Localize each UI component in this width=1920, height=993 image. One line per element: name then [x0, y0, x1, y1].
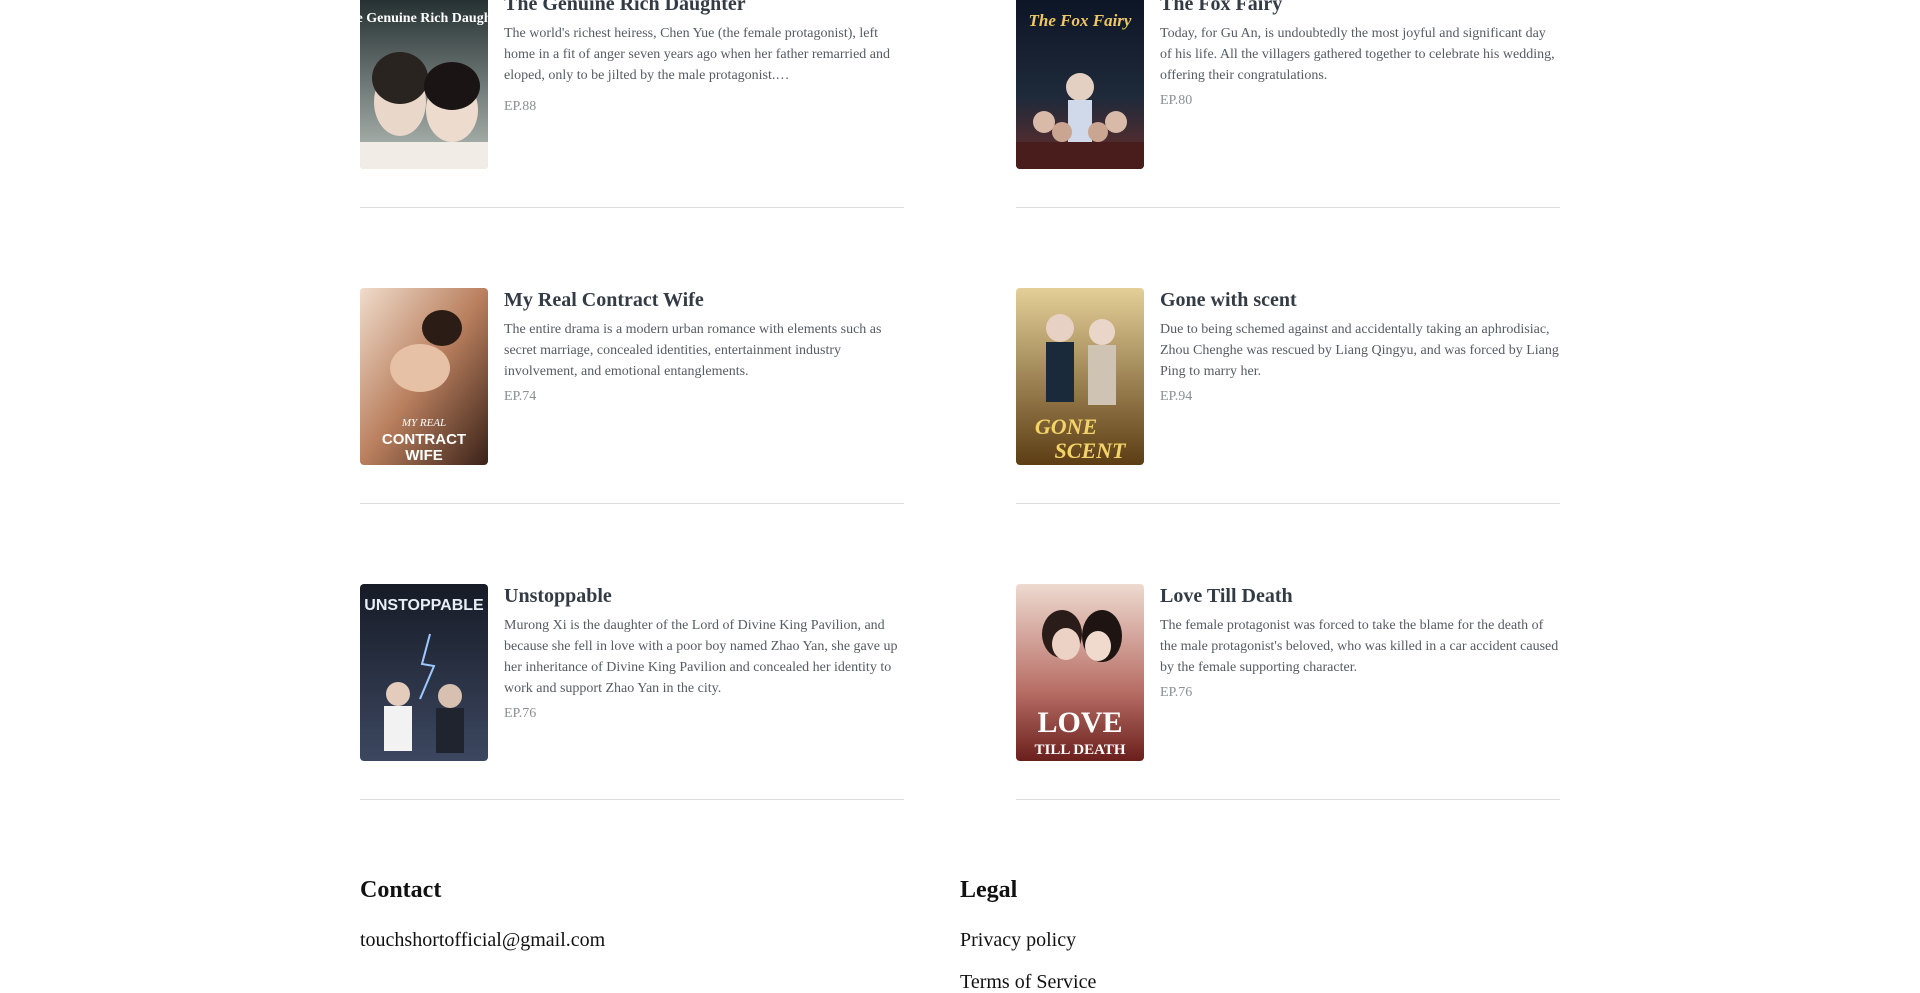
- drama-title[interactable]: The Genuine Rich Daughter: [504, 0, 904, 16]
- episode-count: EP.94: [1160, 389, 1193, 404]
- terms-of-service-link[interactable]: Terms of Service: [960, 970, 1096, 993]
- drama-description: The entire drama is a modern urban roman…: [504, 322, 882, 379]
- page: The Genuine Rich Daughter The Genuine Ri…: [0, 0, 1920, 993]
- poster-image[interactable]: LOVE TILL DEATH: [1016, 584, 1144, 761]
- drama-description: Today, for Gu An, is undoubtedly the mos…: [1160, 26, 1555, 83]
- drama-card[interactable]: GONE SCENT Gone with scent Due to being …: [1016, 208, 1560, 504]
- contact-email-link[interactable]: touchshortofficial@gmail.com: [360, 928, 605, 952]
- drama-description: The world's richest heiress, Chen Yue (t…: [504, 26, 890, 83]
- svg-text:CONTRACT: CONTRACT: [382, 431, 466, 448]
- episode-count: EP.76: [1160, 685, 1193, 700]
- drama-title[interactable]: My Real Contract Wife: [504, 288, 904, 312]
- drama-info: Gone with scent Due to being schemed aga…: [1160, 288, 1560, 406]
- drama-title[interactable]: Unstoppable: [504, 584, 904, 608]
- episode-count: EP.88: [504, 99, 537, 114]
- episode-count: EP.76: [504, 706, 537, 721]
- poster-title-text: The Fox Fairy: [1029, 11, 1132, 30]
- drama-description: The female protagonist was forced to tak…: [1160, 618, 1559, 675]
- drama-title[interactable]: The Fox Fairy: [1160, 0, 1560, 16]
- legal-heading: Legal: [960, 877, 1018, 903]
- privacy-policy-link[interactable]: Privacy policy: [960, 928, 1096, 952]
- drama-card[interactable]: The Fox Fairy The Fox Fairy Today, for G…: [1016, 0, 1560, 208]
- drama-description: Due to being schemed against and acciden…: [1160, 322, 1559, 379]
- drama-info: My Real Contract Wife The entire drama i…: [504, 288, 904, 406]
- episode-count: EP.74: [504, 389, 537, 404]
- drama-info: Love Till Death The female protagonist w…: [1160, 584, 1560, 702]
- drama-card[interactable]: UNSTOPPABLE Unstoppable Murong Xi is the…: [360, 504, 904, 800]
- footer-legal: Legal Privacy policy Terms of Service: [960, 876, 1096, 993]
- drama-description: Murong Xi is the daughter of the Lord of…: [504, 618, 898, 696]
- contact-heading: Contact: [360, 877, 442, 903]
- poster-image[interactable]: UNSTOPPABLE: [360, 584, 488, 761]
- poster-title-text: UNSTOPPABLE: [364, 597, 484, 614]
- poster-image[interactable]: The Genuine Rich Daughter: [360, 0, 488, 169]
- episode-count: EP.80: [1160, 93, 1193, 108]
- footer-contact: Contact touchshortofficial@gmail.com: [360, 876, 605, 952]
- drama-card[interactable]: LOVE TILL DEATH Love Till Death The fema…: [1016, 504, 1560, 800]
- drama-title[interactable]: Gone with scent: [1160, 288, 1560, 312]
- poster-title-text: The Genuine Rich Daughter: [360, 11, 488, 26]
- drama-info: The Fox Fairy Today, for Gu An, is undou…: [1160, 0, 1560, 110]
- svg-text:SCENT: SCENT: [1055, 438, 1127, 463]
- drama-title[interactable]: Love Till Death: [1160, 584, 1560, 608]
- drama-card[interactable]: MY REAL CONTRACT WIFE My Real Contract W…: [360, 208, 904, 504]
- svg-text:WIFE: WIFE: [405, 447, 443, 464]
- drama-info: The Genuine Rich Daughter The world's ri…: [504, 0, 904, 116]
- poster-image[interactable]: GONE SCENT: [1016, 288, 1144, 465]
- poster-image[interactable]: MY REAL CONTRACT WIFE: [360, 288, 488, 465]
- svg-text:GONE: GONE: [1035, 414, 1097, 439]
- drama-card[interactable]: The Genuine Rich Daughter The Genuine Ri…: [360, 0, 904, 208]
- svg-text:MY REAL: MY REAL: [401, 417, 446, 429]
- drama-info: Unstoppable Murong Xi is the daughter of…: [504, 584, 904, 723]
- svg-text:TILL DEATH: TILL DEATH: [1034, 742, 1125, 758]
- svg-text:LOVE: LOVE: [1037, 706, 1122, 739]
- poster-image[interactable]: The Fox Fairy: [1016, 0, 1144, 169]
